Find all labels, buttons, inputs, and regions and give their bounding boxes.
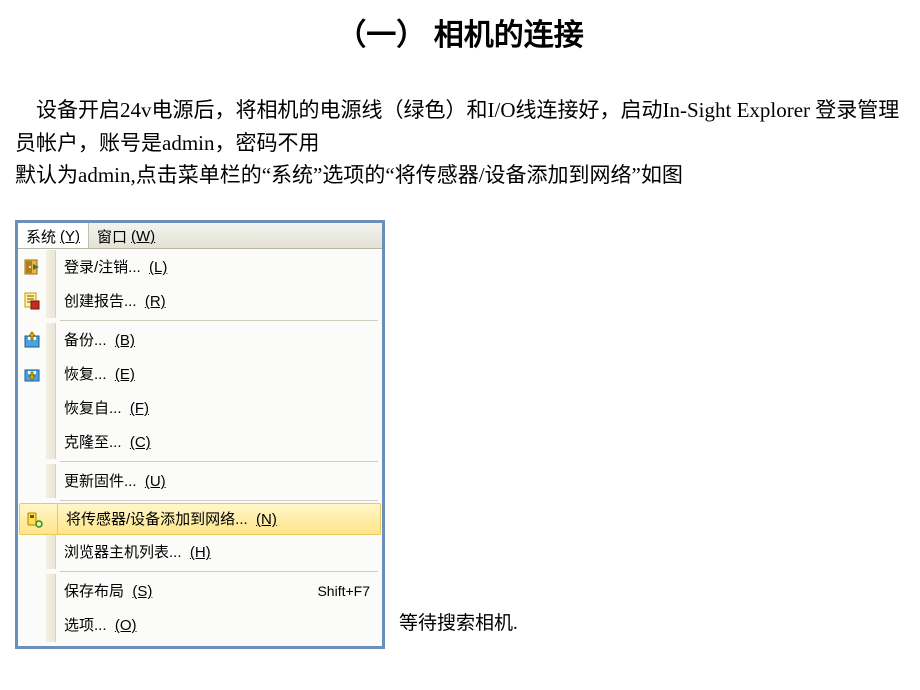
restore-icon	[18, 365, 46, 383]
menu-save-layout-label: 保存布局	[64, 583, 124, 600]
menu-restore[interactable]: 恢复... (E)	[18, 357, 382, 391]
system-dropdown: 登录/注销... (L) 创建报告... (R)	[18, 249, 382, 646]
menubar-window-tab[interactable]: 窗口 (W)	[89, 223, 163, 248]
menu-browser-hosts[interactable]: 浏览器主机列表... (H)	[18, 535, 382, 569]
menu-restore-accel: (E)	[115, 366, 135, 383]
menu-clone-to-accel: (C)	[130, 434, 151, 451]
menu-report[interactable]: 创建报告... (R)	[18, 284, 382, 318]
menu-update-firmware-label: 更新固件...	[64, 473, 137, 490]
menubar: 系统 (Y) 窗口 (W)	[18, 223, 382, 249]
sensor-icon	[20, 510, 48, 528]
menu-separator	[60, 461, 378, 462]
menu-restore-from-accel: (F)	[130, 400, 149, 417]
door-icon	[18, 258, 46, 276]
menubar-system-tab[interactable]: 系统 (Y)	[18, 223, 89, 248]
menubar-system-accel: (Y)	[60, 228, 80, 245]
menu-login-accel: (L)	[149, 259, 167, 276]
menu-login[interactable]: 登录/注销... (L)	[18, 250, 382, 284]
document-title: （一） 相机的连接	[15, 10, 905, 54]
menu-restore-label: 恢复...	[64, 366, 107, 383]
menu-add-to-network-label: 将传感器/设备添加到网络...	[66, 511, 248, 528]
menubar-system-label: 系统	[26, 226, 56, 247]
menu-options-label: 选项...	[64, 617, 107, 634]
menu-add-to-network-accel: (N)	[256, 511, 277, 528]
menu-save-layout-shortcut: Shift+F7	[317, 583, 370, 599]
instruction-paragraph: 设备开启24v电源后，将相机的电源线（绿色）和I/O线连接好，启动In-Sigh…	[15, 94, 905, 192]
menu-browser-hosts-accel: (H)	[190, 544, 211, 561]
menu-separator	[60, 320, 378, 321]
paragraph-line-1: 设备开启24v电源后，将相机的电源线（绿色）和I/O线连接好，启动In-Sigh…	[15, 94, 905, 159]
report-icon	[18, 292, 46, 310]
menu-clone-to[interactable]: 克隆至... (C)	[18, 425, 382, 459]
menu-report-accel: (R)	[145, 293, 166, 310]
menu-clone-to-label: 克隆至...	[64, 434, 122, 451]
menu-update-firmware[interactable]: 更新固件... (U)	[18, 464, 382, 498]
menu-backup-label: 备份...	[64, 332, 107, 349]
menu-restore-from[interactable]: 恢复自... (F)	[18, 391, 382, 425]
menubar-window-accel: (W)	[131, 228, 155, 245]
menubar-window-label: 窗口	[97, 226, 127, 247]
menu-options-accel: (O)	[115, 617, 137, 634]
menu-backup[interactable]: 备份... (B)	[18, 323, 382, 357]
menu-save-layout-accel: (S)	[132, 583, 152, 600]
menu-login-label: 登录/注销...	[64, 259, 141, 276]
menu-report-label: 创建报告...	[64, 293, 137, 310]
menu-backup-accel: (B)	[115, 332, 135, 349]
menu-separator	[60, 500, 378, 501]
menu-browser-hosts-label: 浏览器主机列表...	[64, 544, 182, 561]
menu-screenshot: 系统 (Y) 窗口 (W) 登录/注销... (L)	[15, 220, 385, 649]
menu-save-layout[interactable]: 保存布局 (S) Shift+F7	[18, 574, 382, 608]
paragraph-line-2: 默认为admin,点击菜单栏的“系统”选项的“将传感器/设备添加到网络”如图	[15, 163, 683, 187]
menu-add-to-network[interactable]: 将传感器/设备添加到网络... (N)	[19, 503, 381, 535]
menu-options[interactable]: 选项... (O)	[18, 608, 382, 642]
footer-text: 等待搜索相机.	[399, 608, 518, 635]
backup-icon	[18, 331, 46, 349]
menu-update-firmware-accel: (U)	[145, 473, 166, 490]
menu-restore-from-label: 恢复自...	[64, 400, 122, 417]
menu-separator	[60, 571, 378, 572]
